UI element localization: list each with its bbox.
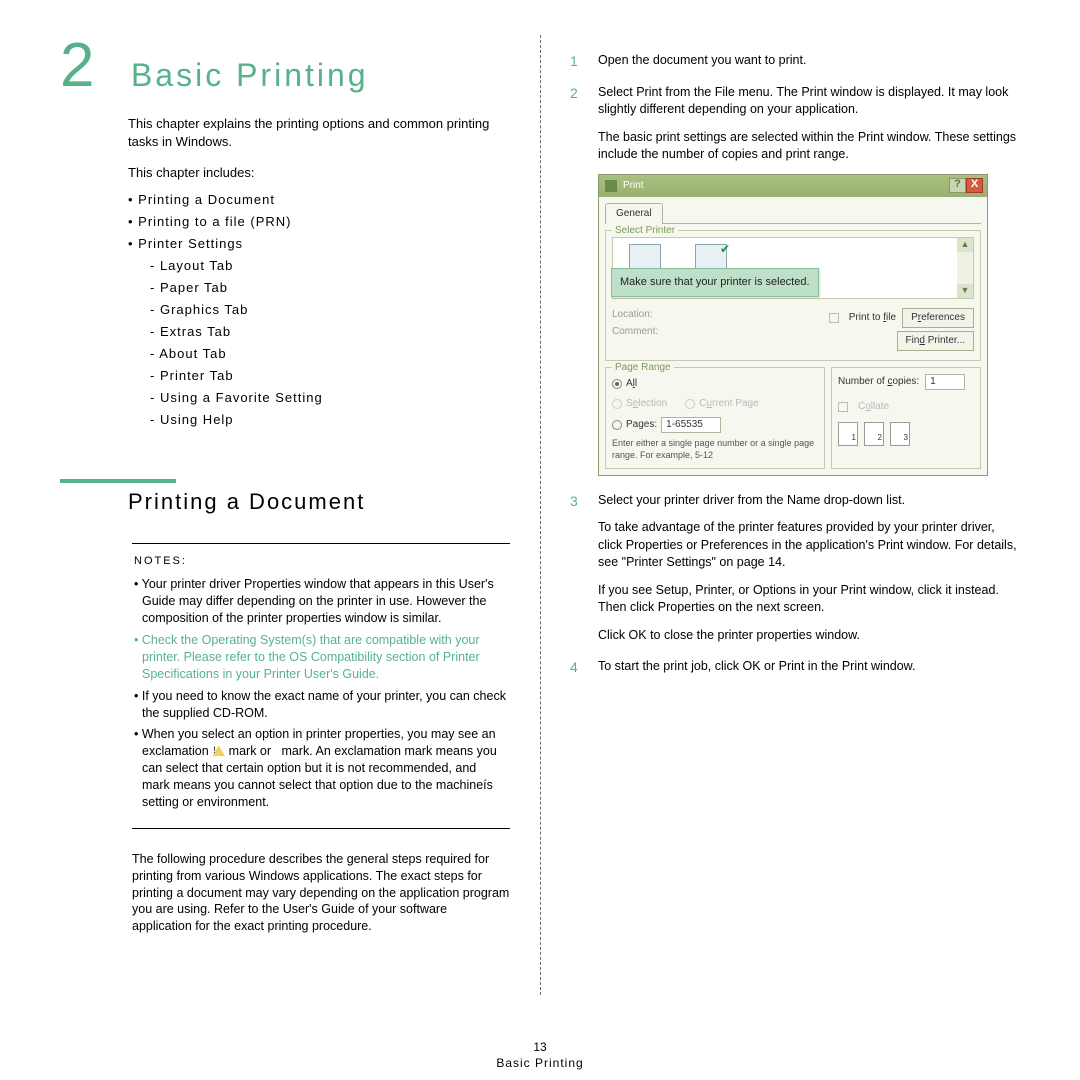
- toc-list: Printing a Document Printing to a file (…: [128, 192, 510, 427]
- group-title: Page Range: [612, 361, 674, 375]
- printer-icon: [605, 180, 617, 192]
- notes-box: NOTES: Your printer driver Properties wi…: [132, 543, 510, 829]
- close-icon[interactable]: X: [966, 178, 983, 193]
- toc-item[interactable]: Printing to a file (PRN): [128, 214, 510, 229]
- print-to-file-label: Print to file: [849, 311, 896, 325]
- step-1: 1 Open the document you want to print.: [570, 52, 1020, 80]
- chapter-number: 2: [60, 30, 94, 101]
- page-range-group: Page Range All Selection Current Page Pa…: [605, 367, 825, 469]
- step-2: 2 Select Print from the File menu. The P…: [570, 84, 1020, 488]
- chapter-title: Basic Printing: [131, 57, 369, 94]
- step-text: To take advantage of the printer feature…: [598, 519, 1020, 572]
- step-text: The basic print settings are selected wi…: [598, 129, 1020, 164]
- column-divider: [540, 35, 541, 995]
- page-number: 13: [0, 1040, 1080, 1054]
- copies-group: Number of copies: 1 Collate 123: [831, 367, 981, 469]
- step-number: 1: [570, 52, 584, 80]
- follow-para: The following procedure describes the ge…: [132, 851, 510, 935]
- comment-label: Comment:: [612, 325, 664, 339]
- step-text: Select your printer driver from the Name…: [598, 492, 1020, 510]
- toc-sub-item[interactable]: Graphics Tab: [150, 302, 510, 317]
- toc-sub-item[interactable]: Layout Tab: [150, 258, 510, 273]
- toc-item[interactable]: Printer Settings: [128, 236, 510, 251]
- find-printer-button[interactable]: Find Printer...: [897, 331, 974, 351]
- radio-current-page: Current Page: [685, 397, 759, 411]
- intro-para-1: This chapter explains the printing optio…: [128, 115, 510, 150]
- notes-item: When you select an option in printer pro…: [134, 726, 508, 810]
- print-to-file-checkbox[interactable]: [829, 313, 839, 323]
- help-icon[interactable]: ?: [949, 178, 966, 193]
- footer-title: Basic Printing: [0, 1056, 1080, 1070]
- dialog-titlebar: Print ? X: [599, 175, 987, 197]
- notes-item-highlight: Check the Operating System(s) that are c…: [134, 632, 508, 683]
- callout-tip: Make sure that your printer is selected.: [611, 268, 819, 297]
- step-number: 4: [570, 658, 584, 686]
- radio-selection: Selection: [612, 397, 667, 411]
- radio-pages[interactable]: Pages: 1-65535: [612, 417, 818, 433]
- notes-item: Your printer driver Properties window th…: [134, 576, 508, 627]
- printer-list[interactable]: Add Printer ▲▼ Make sure that your print…: [612, 237, 974, 299]
- pages-input[interactable]: 1-65535: [661, 417, 721, 433]
- toc-item[interactable]: Printing a Document: [128, 192, 510, 207]
- collate-figure: 123: [838, 422, 974, 446]
- collate-label: Collate: [858, 400, 889, 414]
- step-number: 3: [570, 492, 584, 655]
- step-text: Click OK to close the printer properties…: [598, 627, 1020, 645]
- notes-label: NOTES:: [134, 554, 508, 569]
- print-dialog-figure: Print ? X General Select Printer: [598, 174, 988, 476]
- range-hint: Enter either a single page number or a s…: [612, 437, 818, 462]
- copies-label: Number of copies:: [838, 375, 919, 389]
- step-text: To start the print job, click OK or Prin…: [598, 658, 916, 676]
- toc-sub-item[interactable]: Paper Tab: [150, 280, 510, 295]
- select-printer-group: Select Printer Add Printer: [605, 230, 981, 361]
- radio-all[interactable]: All: [612, 377, 818, 391]
- section-heading: Printing a Document: [128, 489, 510, 515]
- intro-para-2: This chapter includes:: [128, 164, 510, 182]
- copies-spinner[interactable]: 1: [925, 374, 965, 390]
- location-label: Location:: [612, 308, 664, 322]
- step-4: 4 To start the print job, click OK or Pr…: [570, 658, 1020, 686]
- toc-sub-item[interactable]: About Tab: [150, 346, 510, 361]
- collate-checkbox[interactable]: [838, 402, 848, 412]
- group-title: Select Printer: [612, 224, 678, 238]
- dialog-title: Print: [623, 179, 644, 193]
- warning-icon: [212, 745, 225, 756]
- notes-item: If you need to know the exact name of yo…: [134, 688, 508, 722]
- step-3: 3 Select your printer driver from the Na…: [570, 492, 1020, 655]
- scrollbar[interactable]: ▲▼: [957, 238, 973, 298]
- tab-general[interactable]: General: [605, 203, 663, 224]
- preferences-button[interactable]: Preferences: [902, 308, 974, 328]
- step-number: 2: [570, 84, 584, 488]
- step-text: If you see Setup, Printer, or Options in…: [598, 582, 1020, 617]
- toc-sub-item[interactable]: Using a Favorite Setting: [150, 390, 510, 405]
- section-accent-bar: [60, 479, 176, 483]
- page-footer: 13 Basic Printing: [0, 1040, 1080, 1070]
- step-text: Select Print from the File menu. The Pri…: [598, 84, 1020, 119]
- toc-sub-item[interactable]: Extras Tab: [150, 324, 510, 339]
- toc-sub-item[interactable]: Using Help: [150, 412, 510, 427]
- step-text: Open the document you want to print.: [598, 52, 806, 70]
- toc-sub-item[interactable]: Printer Tab: [150, 368, 510, 383]
